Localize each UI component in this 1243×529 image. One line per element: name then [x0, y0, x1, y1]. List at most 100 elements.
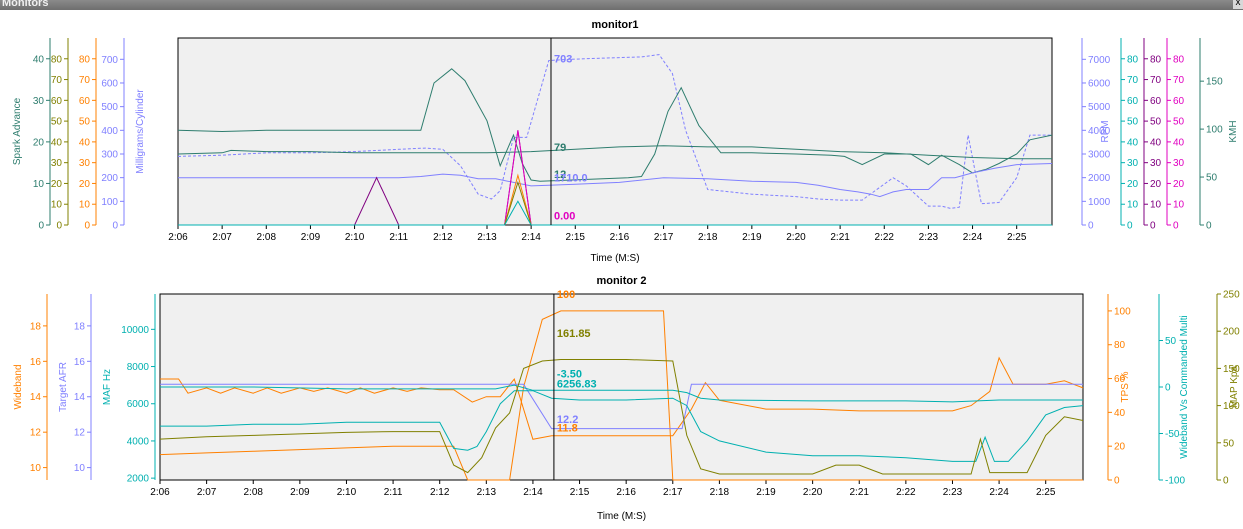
right-axis-tick-label: 20 [1150, 179, 1162, 190]
right-axis-tick-label: 50 [1165, 336, 1177, 347]
chart-title: monitor1 [591, 19, 638, 31]
cursor-value-label: 100 [557, 289, 575, 301]
left-axis-tick-label: 60 [51, 96, 63, 107]
x-tick-label: 2:17 [654, 232, 674, 243]
plot-area [177, 37, 1053, 226]
cursor-value-label: 79 [554, 142, 566, 154]
left-axis-tick-label: 20 [51, 179, 63, 190]
x-tick-label: 2:08 [243, 487, 263, 498]
window-titlebar: Monitors x [0, 0, 1243, 10]
right-axis-tick-label: 70 [1127, 75, 1139, 86]
x-tick-label: 2:08 [257, 232, 277, 243]
right-axis-tick-label: 50 [1150, 117, 1162, 128]
right-axis-tick-label: 30 [1173, 158, 1185, 169]
left-axis-tick-label: 14 [74, 392, 86, 403]
left-axis-tick-label: 18 [30, 321, 42, 332]
right-axis-tick-label: 200 [1223, 327, 1240, 338]
left-axis-tick-label: 60 [79, 96, 91, 107]
right-axis-tick-label: 40 [1150, 137, 1162, 148]
left-axis-tick-label: 18 [74, 321, 86, 332]
left-axis-tick-label: 10 [74, 463, 86, 474]
chart-title: monitor 2 [596, 275, 646, 287]
right-axis-tick-label: 30 [1127, 158, 1139, 169]
left-axis-tick-label: 16 [74, 357, 86, 368]
right-axis-tick-label: 100 [1206, 125, 1223, 136]
right-axis-tick-label: 40 [1173, 137, 1185, 148]
x-tick-label: 2:10 [337, 487, 357, 498]
x-axis-label: Time (M:S) [597, 511, 646, 522]
x-tick-label: 2:09 [290, 487, 310, 498]
left-axis-tick-label: 40 [79, 137, 91, 148]
right-axis-tick-label: 50 [1127, 117, 1139, 128]
left-axis-tick-label: 10 [33, 179, 45, 190]
right-axis-tick-label: 80 [1150, 54, 1162, 65]
x-tick-label: 2:13 [477, 487, 497, 498]
left-axis-tick-label: 600 [101, 78, 118, 89]
right-axis-tick-label: 100 [1114, 306, 1131, 317]
left-axis-tick-label: 8000 [127, 362, 150, 373]
right-axis-tick-label: 0 [1223, 476, 1229, 487]
right-axis-tick-label: 70 [1173, 75, 1185, 86]
right-axis-tick-label: 80 [1173, 54, 1185, 65]
left-axis-tick-label: 12 [74, 428, 86, 439]
right-axis-tick-label: 10 [1173, 200, 1185, 211]
x-tick-label: 2:22 [875, 232, 895, 243]
left-axis-tick-label: 80 [51, 54, 63, 65]
right-axis-label: MAP Kpa [1229, 366, 1240, 408]
x-tick-label: 2:16 [616, 487, 636, 498]
right-axis-tick-label: 50 [1223, 438, 1235, 449]
x-tick-label: 2:12 [433, 232, 453, 243]
left-axis-tick-label: 14 [30, 392, 42, 403]
x-tick-label: 2:14 [521, 232, 541, 243]
cursor-value-label: 703 [554, 54, 572, 66]
cursor-value-label: 6256.83 [557, 379, 597, 391]
right-axis-tick-label: 80 [1114, 340, 1126, 351]
left-axis-tick-label: 10000 [121, 325, 149, 336]
right-axis-tick-label: 20 [1173, 179, 1185, 190]
x-tick-label: 2:21 [850, 487, 870, 498]
close-icon[interactable]: x [1233, 0, 1243, 9]
window-title: Monitors [2, 0, 49, 9]
x-tick-label: 2:17 [663, 487, 683, 498]
x-axis-label: Time (M:S) [590, 253, 639, 264]
left-axis-tick-label: 200 [101, 173, 118, 184]
left-axis-tick-label: 50 [51, 117, 63, 128]
cursor-value-label: 1710.0 [554, 173, 588, 185]
right-axis-tick-label: 10 [1127, 200, 1139, 211]
left-axis-label: Target AFR [58, 362, 69, 412]
x-tick-label: 2:25 [1007, 232, 1027, 243]
left-axis-label: MAF Hz [102, 369, 113, 405]
left-axis-tick-label: 80 [79, 54, 91, 65]
right-axis-tick-label: 40 [1127, 137, 1139, 148]
right-axis-tick-label: 80 [1127, 54, 1139, 65]
right-axis-tick-label: 60 [1127, 96, 1139, 107]
left-axis-tick-label: 2000 [127, 474, 150, 485]
right-axis-tick-label: 70 [1150, 75, 1162, 86]
left-axis-tick-label: 0 [112, 221, 118, 232]
left-axis-tick-label: 6000 [127, 399, 150, 410]
x-tick-label: 2:12 [430, 487, 450, 498]
left-axis-tick-label: 30 [51, 158, 63, 169]
plot-area [159, 293, 1084, 481]
right-axis-tick-label: 250 [1223, 290, 1240, 301]
x-tick-label: 2:19 [742, 232, 762, 243]
right-axis-tick-label: 40 [1114, 408, 1126, 419]
left-axis-tick-label: 400 [101, 126, 118, 137]
left-axis-tick-label: 70 [79, 75, 91, 86]
left-axis-tick-label: 0 [38, 221, 44, 232]
cursor-value-label: 11.8 [557, 423, 578, 435]
right-axis-tick-label: 50 [1173, 117, 1185, 128]
right-axis-tick-label: 0 [1127, 221, 1133, 232]
left-axis-tick-label: 0 [84, 221, 90, 232]
right-axis-label: TPS % [1120, 371, 1131, 402]
right-axis-tick-label: 6000 [1088, 78, 1111, 89]
left-axis-tick-label: 700 [101, 55, 118, 66]
left-axis-label: Spark Advance [12, 97, 23, 165]
left-axis-tick-label: 20 [33, 137, 45, 148]
x-tick-label: 2:18 [710, 487, 730, 498]
right-axis-tick-label: 0 [1165, 383, 1171, 394]
x-tick-label: 2:14 [523, 487, 543, 498]
left-axis-tick-label: 4000 [127, 436, 150, 447]
x-tick-label: 2:06 [150, 487, 170, 498]
x-tick-label: 2:20 [786, 232, 806, 243]
